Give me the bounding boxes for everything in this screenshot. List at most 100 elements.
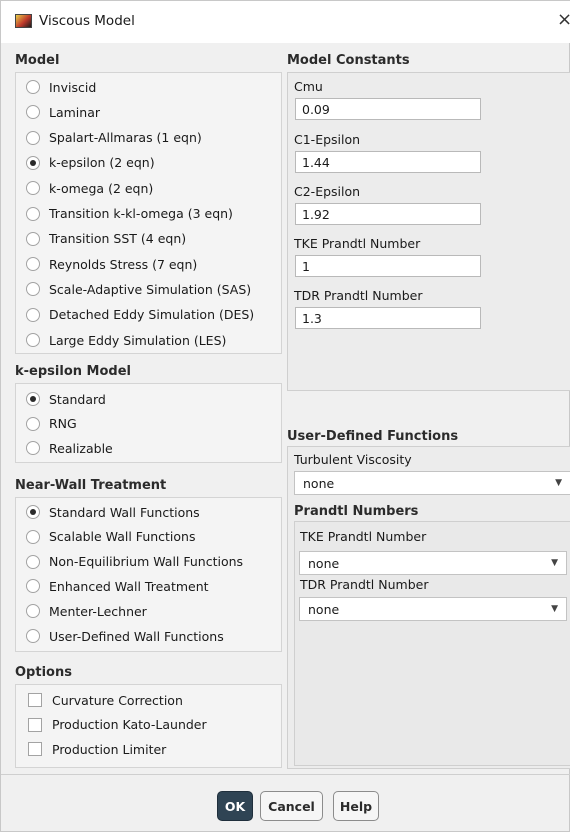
radio-button[interactable] xyxy=(26,231,40,246)
option-production-limiter[interactable]: Production Limiter xyxy=(28,739,166,759)
kepsilon-option-label: Realizable xyxy=(49,440,113,456)
model-option-spalart-allmaras-1-eqn[interactable]: Spalart-Allmaras (1 eqn) xyxy=(26,128,202,148)
tdr-prandtl-input[interactable] xyxy=(295,307,481,329)
chevron-down-icon: ▼ xyxy=(551,604,558,614)
window-title: Viscous Model xyxy=(39,13,135,29)
tdr-prandtl-udf-value: none xyxy=(308,601,340,617)
option-label: Production Limiter xyxy=(52,741,167,757)
model-option-scale-adaptive-simulation-sas[interactable]: Scale-Adaptive Simulation (SAS) xyxy=(26,279,251,299)
near-wall-option-menter-lechner[interactable]: Menter-Lechner xyxy=(26,601,147,621)
radio-button[interactable] xyxy=(26,282,40,297)
title-bar: Viscous Model × xyxy=(1,1,570,43)
kepsilon-option-standard[interactable]: Standard xyxy=(26,389,106,409)
radio-button[interactable] xyxy=(26,392,40,406)
radio-button[interactable] xyxy=(26,629,40,643)
near-wall-section-label: Near-Wall Treatment xyxy=(15,478,167,493)
radio-button[interactable] xyxy=(26,307,40,322)
model-option-detached-eddy-simulation-des[interactable]: Detached Eddy Simulation (DES) xyxy=(26,305,254,325)
near-wall-option-label: Scalable Wall Functions xyxy=(49,529,196,545)
model-option-inviscid[interactable]: Inviscid xyxy=(26,77,96,97)
model-option-label: k-epsilon (2 eqn) xyxy=(49,155,155,171)
near-wall-option-user-defined-wall-functions[interactable]: User-Defined Wall Functions xyxy=(26,626,224,646)
turbulent-viscosity-value: none xyxy=(303,475,335,491)
option-label: Curvature Correction xyxy=(52,692,183,708)
radio-button[interactable] xyxy=(26,604,40,619)
cancel-button[interactable]: Cancel xyxy=(260,791,323,821)
checkbox[interactable] xyxy=(28,693,42,707)
cmu-input[interactable] xyxy=(295,98,481,120)
radio-button[interactable] xyxy=(26,155,40,170)
radio-button[interactable] xyxy=(26,505,40,519)
tdr-prandtl-udf-select[interactable]: none ▼ xyxy=(299,597,567,621)
c2-epsilon-input[interactable] xyxy=(295,203,481,225)
kepsilon-section-label: k-epsilon Model xyxy=(15,364,131,379)
radio-button[interactable] xyxy=(26,554,40,569)
kepsilon-option-realizable[interactable]: Realizable xyxy=(26,438,113,458)
near-wall-option-label: Non-Equilibrium Wall Functions xyxy=(49,554,244,570)
near-wall-option-label: Menter-Lechner xyxy=(49,603,147,619)
near-wall-option-scalable-wall-functions[interactable]: Scalable Wall Functions xyxy=(26,527,196,547)
model-option-label: Inviscid xyxy=(49,79,97,95)
model-option-label: Spalart-Allmaras (1 eqn) xyxy=(49,130,202,146)
radio-button[interactable] xyxy=(26,80,40,94)
near-wall-option-enhanced-wall-treatment[interactable]: Enhanced Wall Treatment xyxy=(26,576,209,596)
option-production-kato-launder[interactable]: Production Kato-Launder xyxy=(28,715,207,735)
model-option-label: Transition k-kl-omega (3 eqn) xyxy=(49,206,233,221)
ok-button[interactable]: OK xyxy=(217,791,253,821)
tke-prandtl-input[interactable] xyxy=(295,255,481,277)
tdr-prandtl-udf-label: TDR Prandtl Number xyxy=(300,577,429,592)
viscous-model-dialog: Viscous Model × Model Inviscid Laminar Spa… xyxy=(0,0,570,832)
prandtl-numbers-label: Prandtl Numbers xyxy=(294,504,419,519)
tke-prandtl-udf-value: none xyxy=(308,555,340,571)
tke-prandtl-udf-label: TKE Prandtl Number xyxy=(300,529,427,544)
model-option-large-eddy-simulation-les[interactable]: Large Eddy Simulation (LES) xyxy=(26,330,226,350)
near-wall-option-label: Standard Wall Functions xyxy=(49,504,200,520)
help-button[interactable]: Help xyxy=(333,791,379,821)
near-wall-option-label: User-Defined Wall Functions xyxy=(49,628,224,644)
radio-button[interactable] xyxy=(26,441,40,455)
model-option-laminar[interactable]: Laminar xyxy=(26,102,100,122)
kepsilon-option-rng[interactable]: RNG xyxy=(26,414,77,434)
model-option-k-omega-2-eqn[interactable]: k-omega (2 eqn) xyxy=(26,178,153,198)
option-curvature-correction[interactable]: Curvature Correction xyxy=(28,690,183,710)
turbulent-viscosity-select[interactable]: none ▼ xyxy=(294,471,570,495)
radio-button[interactable] xyxy=(26,579,40,594)
cmu-label: Cmu xyxy=(294,79,323,94)
model-option-label: Laminar xyxy=(49,104,100,120)
c1-epsilon-input[interactable] xyxy=(295,151,481,173)
radio-button[interactable] xyxy=(26,257,40,272)
radio-button[interactable] xyxy=(26,333,40,347)
near-wall-option-non-equilibrium-wall-functions[interactable]: Non-Equilibrium Wall Functions xyxy=(26,552,243,572)
chevron-down-icon: ▼ xyxy=(551,558,558,568)
radio-button[interactable] xyxy=(26,130,40,145)
model-option-k-epsilon-2-eqn[interactable]: k-epsilon (2 eqn) xyxy=(26,153,155,173)
fluent-app-icon xyxy=(15,14,32,28)
model-constants-label: Model Constants xyxy=(287,53,410,68)
radio-button[interactable] xyxy=(26,181,40,196)
model-option-label: Detached Eddy Simulation (DES) xyxy=(49,307,255,323)
model-option-transition-sst-4-eqn[interactable]: Transition SST (4 eqn) xyxy=(26,229,186,249)
model-option-label: Large Eddy Simulation (LES) xyxy=(49,332,227,348)
radio-button[interactable] xyxy=(26,206,40,221)
model-option-label: Reynolds Stress (7 eqn) xyxy=(49,256,198,272)
near-wall-option-standard-wall-functions[interactable]: Standard Wall Functions xyxy=(26,502,200,522)
model-option-transition-k-kl-omega-3-eqn[interactable]: Transition k-kl-omega (3 eqn) xyxy=(26,204,233,224)
tdr-prandtl-label: TDR Prandtl Number xyxy=(294,288,423,303)
radio-button[interactable] xyxy=(26,529,40,544)
model-option-label: k-omega (2 eqn) xyxy=(49,180,154,196)
checkbox[interactable] xyxy=(28,717,42,732)
option-label: Production Kato-Launder xyxy=(52,717,207,732)
c2-epsilon-label: C2-Epsilon xyxy=(294,184,361,199)
radio-button[interactable] xyxy=(26,416,40,431)
close-icon[interactable]: × xyxy=(557,9,570,30)
checkbox[interactable] xyxy=(28,742,42,756)
chevron-down-icon: ▼ xyxy=(555,478,562,488)
radio-button[interactable] xyxy=(26,105,40,120)
options-section-label: Options xyxy=(15,665,72,680)
model-option-reynolds-stress-7-eqn[interactable]: Reynolds Stress (7 eqn) xyxy=(26,254,197,274)
footer-divider xyxy=(1,774,570,775)
kepsilon-option-label: RNG xyxy=(49,416,77,431)
near-wall-option-label: Enhanced Wall Treatment xyxy=(49,578,209,594)
tke-prandtl-udf-select[interactable]: none ▼ xyxy=(299,551,567,575)
tke-prandtl-label: TKE Prandtl Number xyxy=(294,236,421,251)
